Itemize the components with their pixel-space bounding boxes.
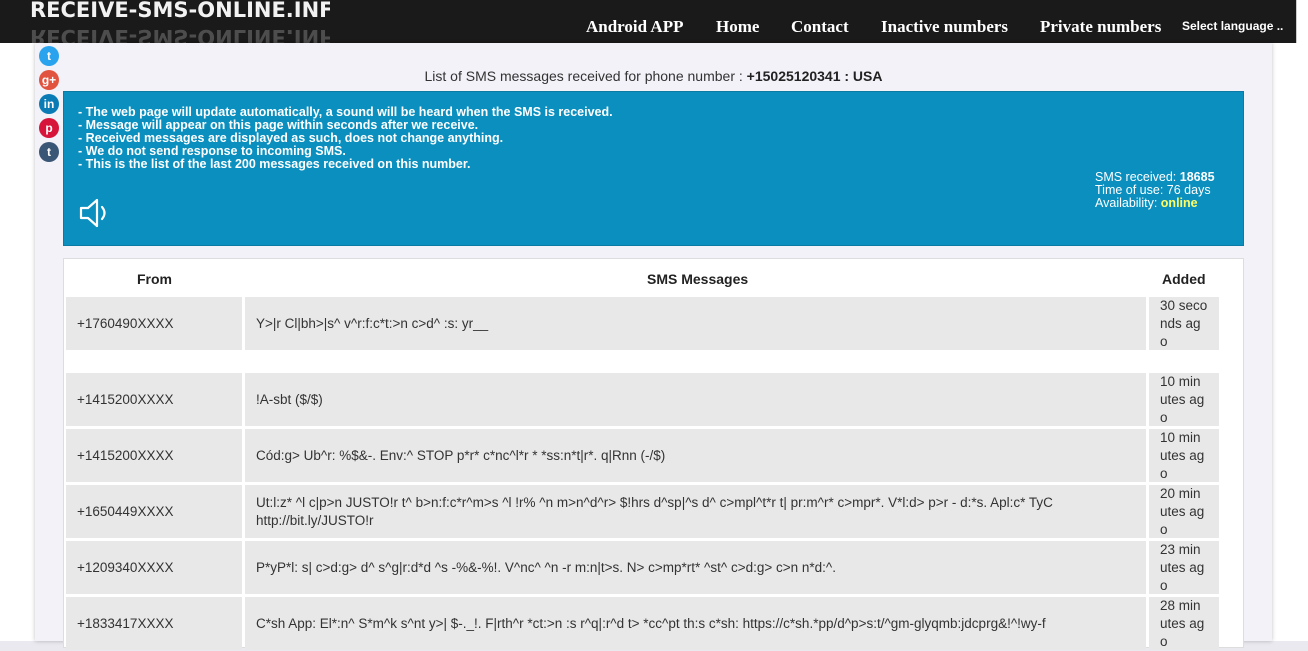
table-row: +1415200XXXX Cód:g> Ub^r: %$&-. Env:^ ST… bbox=[66, 429, 1219, 482]
sms-received-count: 18685 bbox=[1179, 170, 1215, 184]
ad-spacer bbox=[66, 350, 1219, 373]
received-time: 10 minutes ago bbox=[1149, 373, 1219, 426]
sms-message: P*yP*l: s| c>d:g> d^ s^g|r:d*d ^s -%&-%!… bbox=[245, 541, 1146, 594]
table-row: +1833417XXXX C*sh App: El*:n^ S*m^k s^nt… bbox=[66, 597, 1219, 650]
sender-number: +1760490XXXX bbox=[66, 297, 242, 350]
availability: Availability: online bbox=[1095, 197, 1215, 210]
site-logo[interactable]: RECEIVE-SMS-ONLINE.INFO RECEIVE-SMS-ONLI… bbox=[30, 0, 330, 43]
sender-number: +1415200XXXX bbox=[66, 373, 242, 426]
sms-message: !A-sbt ($/$) bbox=[245, 373, 1146, 426]
received-time: 23 minutes ago bbox=[1149, 541, 1219, 594]
sender-number: +1833417XXXX bbox=[66, 597, 242, 650]
column-header-messages: SMS Messages bbox=[647, 271, 749, 287]
nav-home[interactable]: Home bbox=[716, 0, 759, 43]
column-header-from: From bbox=[137, 271, 172, 287]
tumblr-icon[interactable]: t bbox=[39, 142, 59, 162]
received-time: 10 minutes ago bbox=[1149, 429, 1219, 482]
right-gutter bbox=[1272, 43, 1308, 641]
google-plus-icon[interactable]: g+ bbox=[39, 70, 59, 90]
info-notes: - The web page will update automatically… bbox=[78, 106, 613, 171]
linkedin-icon[interactable]: in bbox=[39, 94, 59, 114]
logo-text: RECEIVE-SMS-ONLINE.INFO bbox=[30, 0, 330, 22]
info-box: - The web page will update automatically… bbox=[63, 91, 1244, 246]
info-note: - This is the list of the last 200 messa… bbox=[78, 157, 471, 171]
nav-contact[interactable]: Contact bbox=[791, 0, 849, 43]
phone-number: +15025120341 : USA bbox=[746, 68, 883, 84]
left-gutter bbox=[0, 43, 35, 641]
received-time: 30 seconds ago bbox=[1149, 297, 1219, 350]
sms-message: Y>|r Cl|bh>|s^ v^r:f:c*t:>n c>d^ :s: yr_… bbox=[245, 297, 1146, 350]
received-time: 20 minutes ago bbox=[1149, 485, 1219, 538]
twitter-icon[interactable]: t bbox=[39, 46, 59, 66]
language-select[interactable]: Select language .. bbox=[1182, 0, 1283, 43]
sms-message: C*sh App: El*:n^ S*m^k s^nt y>| $-._!. F… bbox=[245, 597, 1146, 650]
sms-message: Ut:l:z* ^l c|p>n JUSTO!r t^ b>n:f:c*r^m>… bbox=[245, 485, 1146, 538]
pinterest-icon[interactable]: p bbox=[39, 118, 59, 138]
availability-status: online bbox=[1160, 196, 1198, 210]
nav-private-numbers[interactable]: Private numbers bbox=[1040, 0, 1161, 43]
sender-number: +1209340XXXX bbox=[66, 541, 242, 594]
number-stats: SMS received: 18685 Time of use: 76 days… bbox=[1095, 171, 1215, 210]
sender-number: +1650449XXXX bbox=[66, 485, 242, 538]
language-select-label: Select language .. bbox=[1182, 19, 1284, 33]
page-title: List of SMS messages received for phone … bbox=[63, 68, 1244, 84]
nav-android-app[interactable]: Android APP bbox=[586, 0, 683, 43]
table-row: +1760490XXXX Y>|r Cl|bh>|s^ v^r:f:c*t:>n… bbox=[66, 297, 1219, 350]
availability-label: Availability: bbox=[1095, 196, 1158, 210]
table-row: +1415200XXXX !A-sbt ($/$) 10 minutes ago bbox=[66, 373, 1219, 426]
table-row: +1650449XXXX Ut:l:z* ^l c|p>n JUSTO!r t^… bbox=[66, 485, 1219, 538]
sms-received-label: SMS received: bbox=[1095, 170, 1177, 184]
sms-table: From SMS Messages Added +1760490XXXX Y>|… bbox=[63, 258, 1244, 650]
sms-message: Cód:g> Ub^r: %$&-. Env:^ STOP p*r* c*nc^… bbox=[245, 429, 1146, 482]
logo-reflection: RECEIVE-SMS-ONLINE.INFO bbox=[30, 25, 330, 43]
received-time: 28 minutes ago bbox=[1149, 597, 1219, 650]
column-header-added: Added bbox=[1162, 271, 1206, 287]
page-title-prefix: List of SMS messages received for phone … bbox=[424, 68, 743, 84]
speaker-icon[interactable] bbox=[77, 195, 113, 231]
sender-number: +1415200XXXX bbox=[66, 429, 242, 482]
top-navigation-bar: RECEIVE-SMS-ONLINE.INFO RECEIVE-SMS-ONLI… bbox=[0, 0, 1308, 43]
nav-inactive-numbers[interactable]: Inactive numbers bbox=[881, 0, 1008, 43]
table-row: +1209340XXXX P*yP*l: s| c>d:g> d^ s^g|r:… bbox=[66, 541, 1219, 594]
scrollbar-top bbox=[1296, 0, 1308, 43]
